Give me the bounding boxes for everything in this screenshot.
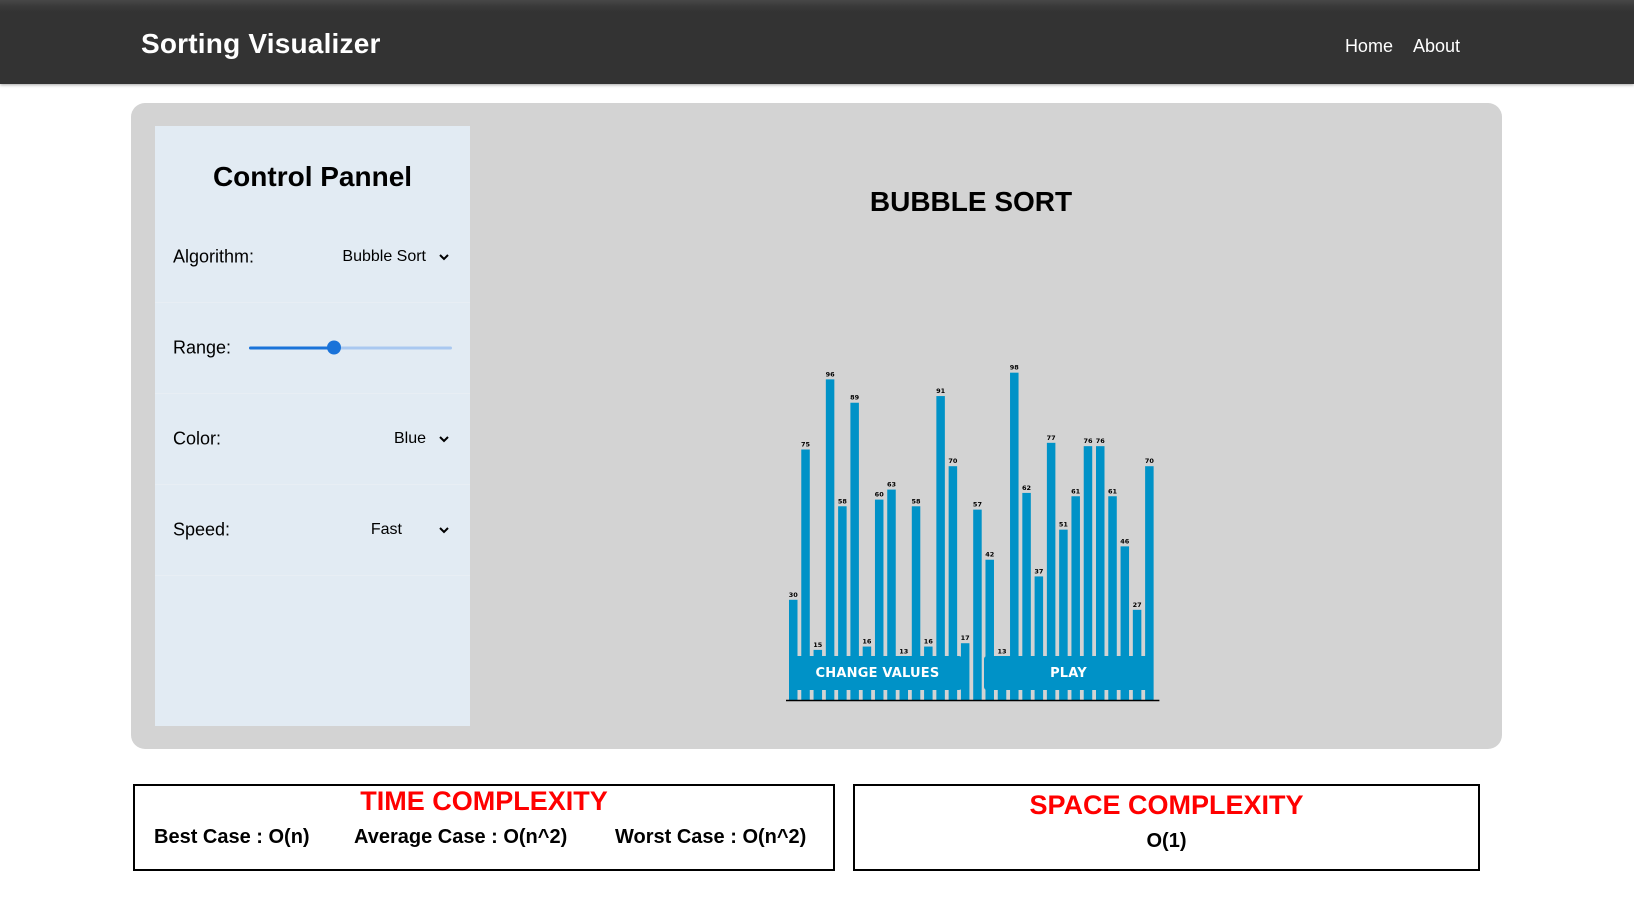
speed-row: Speed: Fast [155, 484, 470, 576]
color-label: Color: [173, 428, 222, 448]
range-row: Range: [155, 302, 470, 394]
average-case: Average Case : O(n^2) [354, 826, 568, 848]
bar-label-28: 27 [1133, 601, 1142, 609]
bar-label-11: 16 [924, 638, 934, 646]
color-select-value: Blue [393, 429, 426, 447]
bar-label-13: 70 [948, 457, 958, 465]
range-slider-thumb[interactable] [327, 340, 342, 355]
bar-14 [960, 643, 970, 700]
bar-label-12: 91 [936, 387, 946, 395]
time-complexity-box: TIME COMPLEXITY Best Case : O(n) Average… [133, 784, 835, 871]
bar-label-29: 70 [1145, 457, 1155, 465]
bar-label-7: 60 [875, 491, 885, 499]
color-select[interactable]: Blue [394, 430, 450, 448]
worst-case: Worst Case : O(n^2) [615, 826, 807, 848]
bar-label-18: 98 [1010, 364, 1020, 372]
bar-label-22: 51 [1059, 521, 1069, 529]
chevron-down-icon [439, 526, 449, 533]
bar-label-17: 13 [997, 648, 1006, 656]
chevron-down-icon [439, 435, 449, 442]
bar-label-21: 77 [1047, 434, 1056, 442]
bar-label-2: 15 [813, 641, 823, 649]
algorithm-select-value: Bubble Sort [342, 247, 426, 265]
speed-select-value: Fast [370, 520, 402, 538]
bar-label-14: 17 [961, 634, 970, 642]
algorithm-select[interactable]: Bubble Sort [342, 248, 450, 266]
speed-select[interactable]: Fast [371, 521, 450, 539]
bar-15 [973, 509, 982, 700]
bar-12 [936, 396, 945, 700]
brand-title[interactable]: Sorting Visualizer [141, 28, 381, 60]
bar-label-10: 58 [912, 497, 922, 505]
color-row: Color: Blue [155, 393, 470, 485]
space-complexity-value: O(1) [1146, 830, 1187, 852]
range-label: Range: [173, 337, 232, 357]
bar-label-1: 75 [801, 441, 811, 449]
nav-link-home[interactable]: Home [1345, 36, 1393, 57]
space-complexity-title: SPACE COMPLEXITY [1029, 790, 1304, 820]
bar-label-27: 46 [1120, 537, 1130, 545]
bar-chart: 30 75 15 96 58 89 16 6063 13 58 16 91 70 17 57 42 13 98 62… [786, 364, 1160, 702]
nav-link-about[interactable]: About [1413, 36, 1460, 57]
space-complexity-box: SPACE COMPLEXITY O(1) [853, 784, 1480, 871]
bar-label-6: 16 [862, 638, 872, 646]
bar-3 [825, 379, 835, 700]
bar-label-16: 42 [985, 551, 994, 559]
bar-label-3: 96 [826, 370, 836, 378]
bar-label-24: 76 [1083, 437, 1093, 445]
main-panel: Control Pannel Algorithm: Bubble Sort Ra… [131, 103, 1502, 749]
control-panel-title: Control Pannel [212, 161, 413, 192]
bar-label-26: 61 [1108, 487, 1118, 495]
chevron-down-icon [439, 253, 449, 260]
time-complexity-title: TIME COMPLEXITY [360, 786, 608, 816]
speed-label: Speed: [173, 519, 231, 539]
range-slider-fill [249, 346, 335, 349]
bar-label-25: 76 [1096, 437, 1106, 445]
control-panel: Control Pannel Algorithm: Bubble Sort Ra… [155, 126, 470, 726]
bar-label-19: 62 [1022, 484, 1031, 492]
bar-label-20: 37 [1034, 567, 1043, 575]
best-case: Best Case : O(n) [154, 826, 310, 848]
change-values-button[interactable]: CHANGE VALUES [793, 656, 962, 690]
bar-18 [1010, 372, 1019, 700]
navbar: Sorting Visualizer Home About [0, 0, 1634, 84]
bar-label-5: 89 [850, 394, 860, 402]
bar-label-8: 63 [887, 481, 896, 489]
bar-label-9: 13 [899, 648, 908, 656]
range-slider[interactable] [249, 340, 452, 355]
bar-label-0: 30 [789, 591, 799, 599]
play-button[interactable]: PLAY [984, 656, 1153, 690]
bar-label-23: 61 [1071, 487, 1081, 495]
algorithm-title: BUBBLE SORT [869, 186, 1073, 217]
nav-links: Home About [1345, 36, 1460, 57]
bar-label-4: 58 [838, 497, 848, 505]
bar-label-15: 57 [973, 501, 982, 509]
algorithm-label: Algorithm: [173, 246, 255, 266]
algorithm-row: Algorithm: Bubble Sort [155, 211, 470, 303]
